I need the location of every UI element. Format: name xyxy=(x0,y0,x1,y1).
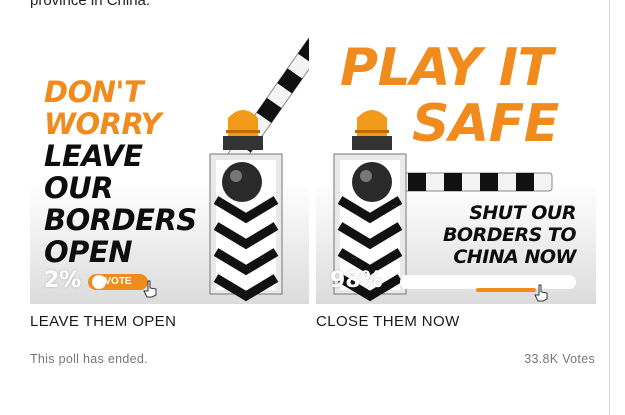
percent-label: 98% xyxy=(330,268,383,293)
headline-line: OUR xyxy=(44,171,114,205)
headline-line: CHINA NOW xyxy=(453,246,576,268)
headline-line: SHUT OUR xyxy=(469,202,576,224)
cursor-hand-icon xyxy=(143,280,157,298)
headline-line: BORDERS xyxy=(44,203,197,237)
vote-count: 33.8K Votes xyxy=(524,352,595,366)
headline-line: LEAVE xyxy=(44,139,143,173)
poll-status: This poll has ended. xyxy=(30,352,148,366)
feed-divider xyxy=(609,0,610,415)
option-label-leave-open: LEAVE THEM OPEN xyxy=(30,313,177,330)
headline-line: BORDERS TO xyxy=(442,224,577,246)
headline-line: SAFE xyxy=(412,94,559,154)
cursor-hand-icon xyxy=(534,284,548,302)
headline-line: OPEN xyxy=(44,235,133,269)
headline-line: DON'T xyxy=(44,75,144,109)
vote-button-remnant xyxy=(476,288,536,292)
result-bar xyxy=(400,275,580,289)
option-label-close-now: CLOSE THEM NOW xyxy=(316,313,460,330)
headline-line: PLAY IT xyxy=(340,38,553,98)
context-text: province in China. xyxy=(30,0,151,9)
poll-option-leave-open[interactable]: DON'T WORRY LEAVE OUR BORDERS OPEN 2% VO… xyxy=(30,32,309,304)
headline-line: WORRY xyxy=(44,107,162,141)
result-bar-dot xyxy=(92,275,106,289)
percent-label: 2% xyxy=(44,268,82,293)
poll-option-close-now[interactable]: PLAY IT SAFE SHUT OUR BORDERS TO CHINA N… xyxy=(316,32,596,304)
